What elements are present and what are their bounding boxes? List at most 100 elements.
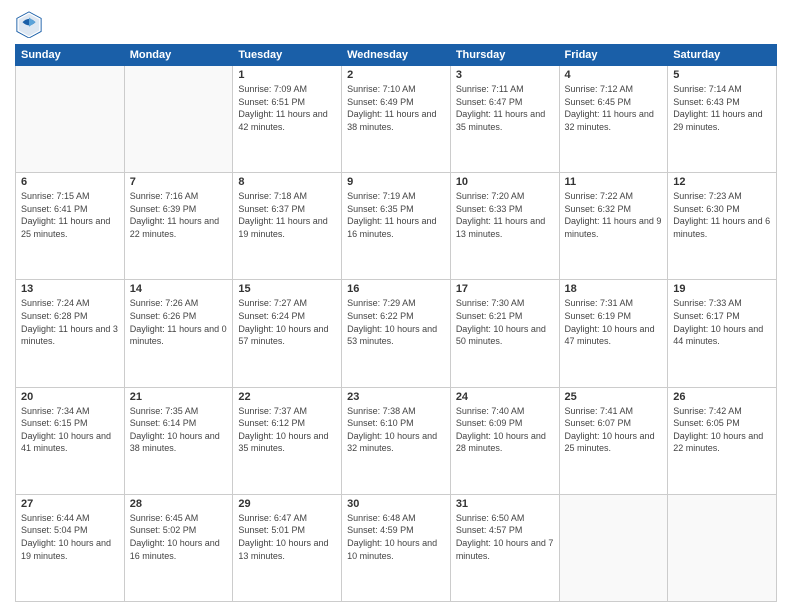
day-number: 14: [130, 283, 228, 295]
header: [15, 10, 777, 38]
day-info: Sunrise: 7:22 AM Sunset: 6:32 PM Dayligh…: [565, 190, 663, 240]
day-number: 31: [456, 498, 554, 510]
day-cell: 22 Sunrise: 7:37 AM Sunset: 6:12 PM Dayli…: [233, 387, 342, 494]
day-number: 1: [238, 69, 336, 81]
day-info: Sunrise: 7:12 AM Sunset: 6:45 PM Dayligh…: [565, 83, 663, 133]
day-number: 28: [130, 498, 228, 510]
day-cell: 3 Sunrise: 7:11 AM Sunset: 6:47 PM Daylig…: [450, 66, 559, 173]
day-cell: 28 Sunrise: 6:45 AM Sunset: 5:02 PM Dayli…: [124, 494, 233, 601]
col-header-saturday: Saturday: [668, 45, 777, 66]
day-number: 3: [456, 69, 554, 81]
day-number: 6: [21, 176, 119, 188]
day-cell: 15Sunrise: 7:27 AM Sunset: 6:24 PM Dayli…: [233, 280, 342, 387]
day-number: 9: [347, 176, 445, 188]
day-number: 17: [456, 283, 554, 295]
day-info: Sunrise: 7:34 AM Sunset: 6:15 PM Dayligh…: [21, 405, 119, 455]
week-row-4: 20 Sunrise: 7:34 AM Sunset: 6:15 PM Dayli…: [16, 387, 777, 494]
day-number: 22: [238, 391, 336, 403]
day-number: 18: [565, 283, 663, 295]
page: SundayMondayTuesdayWednesdayThursdayFrid…: [0, 0, 792, 612]
day-cell: 18 Sunrise: 7:31 AM Sunset: 6:19 PM Dayli…: [559, 280, 668, 387]
week-row-3: 13Sunrise: 7:24 AM Sunset: 6:28 PM Dayli…: [16, 280, 777, 387]
day-info: Sunrise: 7:14 AM Sunset: 6:43 PM Dayligh…: [673, 83, 771, 133]
day-number: 29: [238, 498, 336, 510]
day-info: Sunrise: 7:16 AM Sunset: 6:39 PM Dayligh…: [130, 190, 228, 240]
day-number: 13: [21, 283, 119, 295]
day-info: Sunrise: 7:41 AM Sunset: 6:07 PM Dayligh…: [565, 405, 663, 455]
logo: [15, 10, 47, 38]
day-cell: 25 Sunrise: 7:41 AM Sunset: 6:07 PM Dayli…: [559, 387, 668, 494]
day-info: Sunrise: 7:09 AM Sunset: 6:51 PM Dayligh…: [238, 83, 336, 133]
day-cell: 10Sunrise: 7:20 AM Sunset: 6:33 PM Dayli…: [450, 173, 559, 280]
day-cell: [559, 494, 668, 601]
col-header-sunday: Sunday: [16, 45, 125, 66]
day-cell: 13Sunrise: 7:24 AM Sunset: 6:28 PM Dayli…: [16, 280, 125, 387]
day-number: 10: [456, 176, 554, 188]
day-number: 16: [347, 283, 445, 295]
day-cell: 7 Sunrise: 7:16 AM Sunset: 6:39 PM Daylig…: [124, 173, 233, 280]
day-info: Sunrise: 7:40 AM Sunset: 6:09 PM Dayligh…: [456, 405, 554, 455]
day-cell: 31 Sunrise: 6:50 AM Sunset: 4:57 PM Dayli…: [450, 494, 559, 601]
day-info: Sunrise: 7:10 AM Sunset: 6:49 PM Dayligh…: [347, 83, 445, 133]
day-number: 20: [21, 391, 119, 403]
day-info: Sunrise: 6:50 AM Sunset: 4:57 PM Dayligh…: [456, 512, 554, 562]
day-cell: 11 Sunrise: 7:22 AM Sunset: 6:32 PM Dayli…: [559, 173, 668, 280]
col-header-thursday: Thursday: [450, 45, 559, 66]
day-number: 11: [565, 176, 663, 188]
day-cell: 5Sunrise: 7:14 AM Sunset: 6:43 PM Daylig…: [668, 66, 777, 173]
day-cell: 1 Sunrise: 7:09 AM Sunset: 6:51 PM Daylig…: [233, 66, 342, 173]
day-info: Sunrise: 7:29 AM Sunset: 6:22 PM Dayligh…: [347, 297, 445, 347]
day-info: Sunrise: 7:37 AM Sunset: 6:12 PM Dayligh…: [238, 405, 336, 455]
day-number: 25: [565, 391, 663, 403]
day-cell: 4 Sunrise: 7:12 AM Sunset: 6:45 PM Daylig…: [559, 66, 668, 173]
day-info: Sunrise: 6:47 AM Sunset: 5:01 PM Dayligh…: [238, 512, 336, 562]
day-cell: 9 Sunrise: 7:19 AM Sunset: 6:35 PM Daylig…: [342, 173, 451, 280]
day-cell: 21Sunrise: 7:35 AM Sunset: 6:14 PM Dayli…: [124, 387, 233, 494]
day-number: 8: [238, 176, 336, 188]
calendar-header-row: SundayMondayTuesdayWednesdayThursdayFrid…: [16, 45, 777, 66]
day-info: Sunrise: 7:33 AM Sunset: 6:17 PM Dayligh…: [673, 297, 771, 347]
day-cell: 8Sunrise: 7:18 AM Sunset: 6:37 PM Daylig…: [233, 173, 342, 280]
day-cell: 27 Sunrise: 6:44 AM Sunset: 5:04 PM Dayli…: [16, 494, 125, 601]
day-cell: 23 Sunrise: 7:38 AM Sunset: 6:10 PM Dayli…: [342, 387, 451, 494]
col-header-tuesday: Tuesday: [233, 45, 342, 66]
day-info: Sunrise: 7:11 AM Sunset: 6:47 PM Dayligh…: [456, 83, 554, 133]
day-number: 23: [347, 391, 445, 403]
day-cell: 26 Sunrise: 7:42 AM Sunset: 6:05 PM Dayli…: [668, 387, 777, 494]
day-info: Sunrise: 7:42 AM Sunset: 6:05 PM Dayligh…: [673, 405, 771, 455]
day-info: Sunrise: 6:44 AM Sunset: 5:04 PM Dayligh…: [21, 512, 119, 562]
day-info: Sunrise: 7:31 AM Sunset: 6:19 PM Dayligh…: [565, 297, 663, 347]
day-info: Sunrise: 7:26 AM Sunset: 6:26 PM Dayligh…: [130, 297, 228, 347]
day-info: Sunrise: 7:19 AM Sunset: 6:35 PM Dayligh…: [347, 190, 445, 240]
week-row-2: 6 Sunrise: 7:15 AM Sunset: 6:41 PM Daylig…: [16, 173, 777, 280]
calendar: SundayMondayTuesdayWednesdayThursdayFrid…: [15, 44, 777, 602]
day-info: Sunrise: 7:30 AM Sunset: 6:21 PM Dayligh…: [456, 297, 554, 347]
day-cell: [16, 66, 125, 173]
day-cell: 14 Sunrise: 7:26 AM Sunset: 6:26 PM Dayli…: [124, 280, 233, 387]
day-number: 2: [347, 69, 445, 81]
day-number: 4: [565, 69, 663, 81]
day-number: 15: [238, 283, 336, 295]
day-cell: 6 Sunrise: 7:15 AM Sunset: 6:41 PM Daylig…: [16, 173, 125, 280]
day-number: 21: [130, 391, 228, 403]
day-number: 27: [21, 498, 119, 510]
week-row-5: 27 Sunrise: 6:44 AM Sunset: 5:04 PM Dayli…: [16, 494, 777, 601]
day-cell: 12 Sunrise: 7:23 AM Sunset: 6:30 PM Dayli…: [668, 173, 777, 280]
day-number: 30: [347, 498, 445, 510]
day-info: Sunrise: 7:38 AM Sunset: 6:10 PM Dayligh…: [347, 405, 445, 455]
day-cell: 2 Sunrise: 7:10 AM Sunset: 6:49 PM Daylig…: [342, 66, 451, 173]
day-number: 12: [673, 176, 771, 188]
day-number: 24: [456, 391, 554, 403]
day-number: 7: [130, 176, 228, 188]
day-cell: 29 Sunrise: 6:47 AM Sunset: 5:01 PM Dayli…: [233, 494, 342, 601]
day-cell: [124, 66, 233, 173]
day-number: 26: [673, 391, 771, 403]
col-header-friday: Friday: [559, 45, 668, 66]
day-info: Sunrise: 7:15 AM Sunset: 6:41 PM Dayligh…: [21, 190, 119, 240]
day-info: Sunrise: 6:48 AM Sunset: 4:59 PM Dayligh…: [347, 512, 445, 562]
day-cell: 20 Sunrise: 7:34 AM Sunset: 6:15 PM Dayli…: [16, 387, 125, 494]
week-row-1: 1 Sunrise: 7:09 AM Sunset: 6:51 PM Daylig…: [16, 66, 777, 173]
day-info: Sunrise: 6:45 AM Sunset: 5:02 PM Dayligh…: [130, 512, 228, 562]
day-info: Sunrise: 7:23 AM Sunset: 6:30 PM Dayligh…: [673, 190, 771, 240]
day-number: 19: [673, 283, 771, 295]
